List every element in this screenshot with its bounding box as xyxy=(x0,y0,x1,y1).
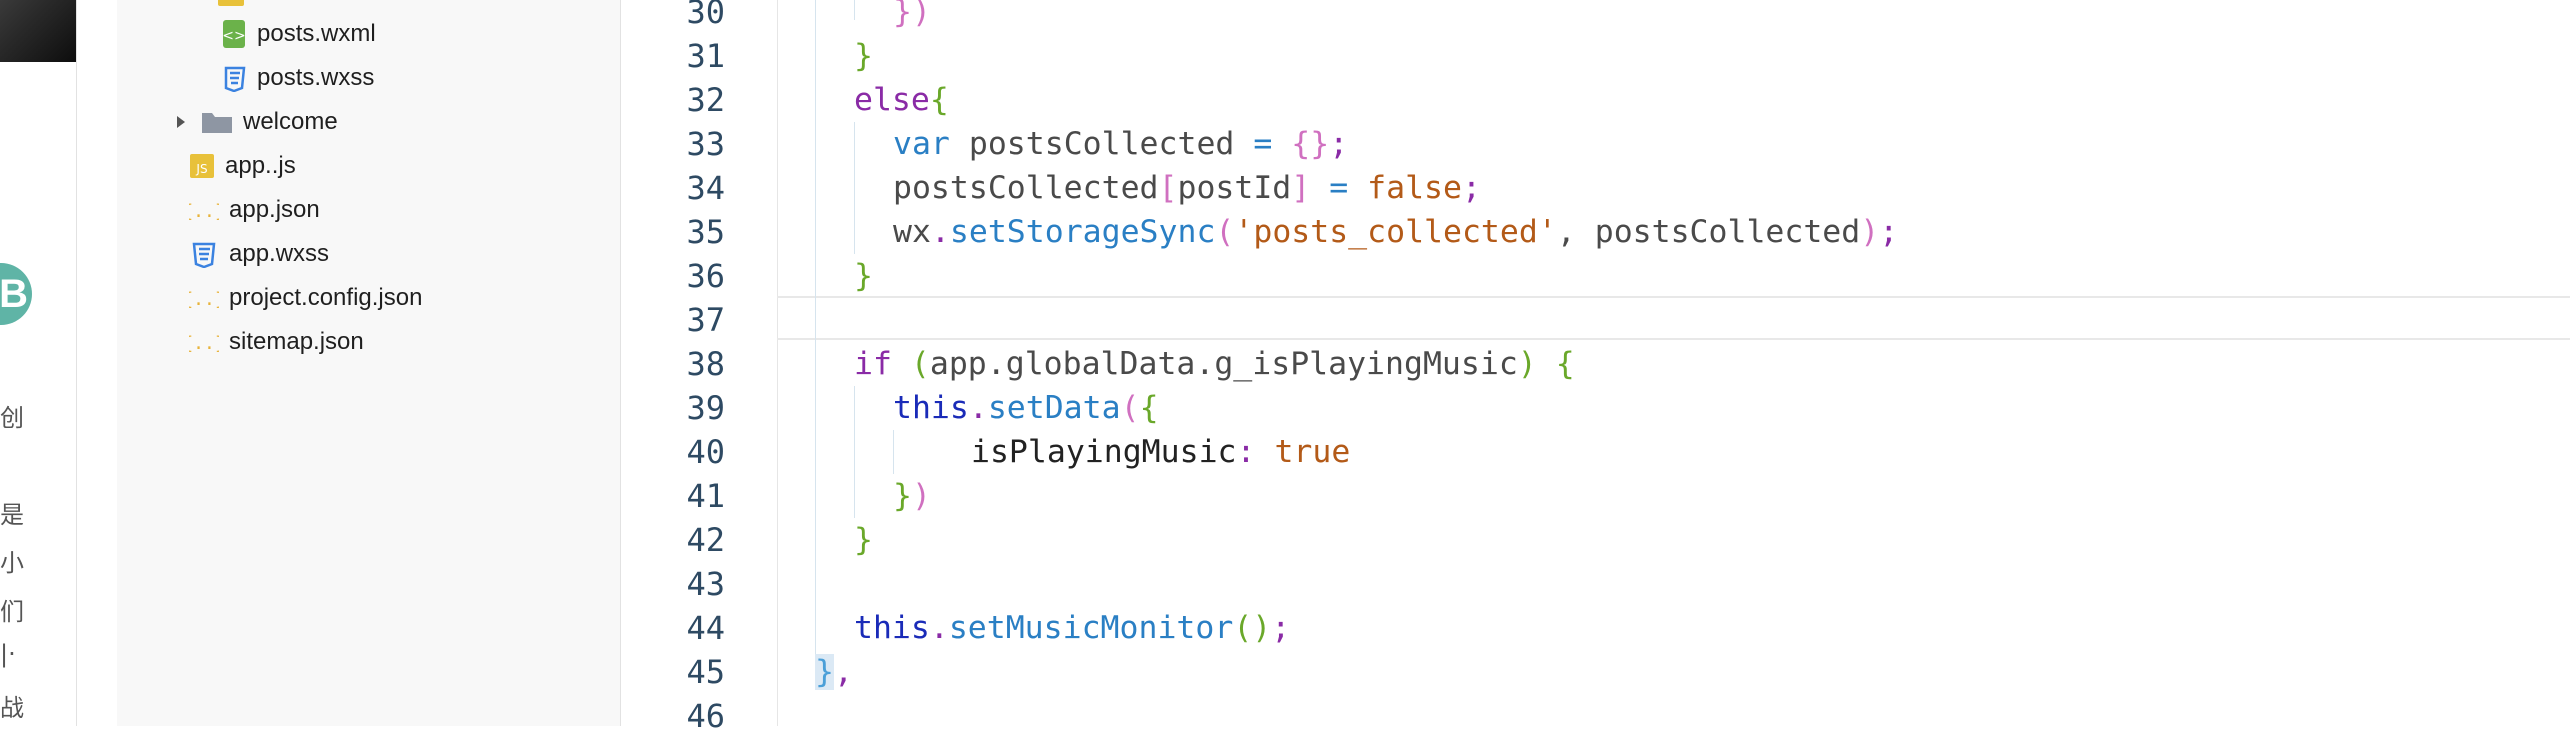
wxss-file-icon xyxy=(221,64,247,92)
tree-item-app-js[interactable]: JS app..js xyxy=(189,144,296,188)
line-number: 45 xyxy=(686,653,725,691)
line-number: 43 xyxy=(686,565,725,603)
svg-text:<>: <> xyxy=(222,28,245,44)
cjk-text-fragment: 小 xyxy=(0,549,24,577)
json-file-icon: {..} xyxy=(189,197,219,223)
code-line: } xyxy=(854,258,873,294)
tree-item-label: posts.wxss xyxy=(257,64,375,91)
code-line: this.setData({ xyxy=(893,390,1159,426)
code-line: var postsCollected = {}; xyxy=(893,126,1349,162)
code-line: isPlayingMusic: true xyxy=(971,434,1351,470)
line-number: 34 xyxy=(686,169,725,207)
code-line: if (app.globalData.g_isPlayingMusic) { xyxy=(854,346,1575,382)
tree-item-label: app.json xyxy=(229,196,320,223)
code-line: this.setMusicMonitor(); xyxy=(854,610,1291,646)
wxml-file-icon: <> xyxy=(221,19,247,49)
indent-guide xyxy=(854,0,855,20)
tree-item-app-wxss[interactable]: app.wxss xyxy=(189,232,329,276)
folder-icon xyxy=(217,0,245,7)
code-line: else{ xyxy=(854,82,949,118)
current-line-highlight xyxy=(777,296,2570,340)
code-line: } xyxy=(854,38,873,74)
line-number: 39 xyxy=(686,389,725,427)
tree-item-label: posts.wxml xyxy=(257,20,376,47)
tree-item-sitemap-json[interactable]: {..} sitemap.json xyxy=(189,320,364,364)
wxss-file-icon xyxy=(189,240,219,268)
indent-guide xyxy=(815,0,816,672)
line-number: 32 xyxy=(686,81,725,119)
js-file-icon: JS xyxy=(189,153,215,179)
tree-item-label: app.wxss xyxy=(229,240,330,267)
tree-item-label: welcome xyxy=(243,108,338,135)
code-line: }) xyxy=(893,0,931,30)
line-number: 35 xyxy=(686,213,725,251)
code-line: } xyxy=(854,522,873,558)
line-number: 40 xyxy=(686,433,725,471)
line-number: 41 xyxy=(686,477,725,515)
indent-guide xyxy=(854,122,855,254)
svg-text:{..}: {..} xyxy=(189,201,219,222)
folder-icon xyxy=(201,109,233,135)
code-line: }) xyxy=(893,478,931,514)
json-file-icon: {..} xyxy=(189,329,219,355)
tree-item-project-config-json[interactable]: {..} project.config.json xyxy=(189,276,422,320)
indent-guide xyxy=(854,386,855,518)
code-line: wx.setStorageSync('posts_collected', pos… xyxy=(893,214,1899,250)
line-number: 36 xyxy=(686,257,725,295)
line-number: 37 xyxy=(686,301,725,339)
indent-guide xyxy=(893,430,894,474)
line-number: 38 xyxy=(686,345,725,383)
avatar[interactable]: B xyxy=(0,263,32,325)
tree-item-label: sitemap.json xyxy=(229,328,364,355)
svg-text:{..}: {..} xyxy=(189,289,219,310)
cjk-text-fragment: 战 xyxy=(0,694,24,722)
svg-text:JS: JS xyxy=(195,162,207,176)
tree-item-app-json[interactable]: {..} app.json xyxy=(189,188,320,232)
json-file-icon: {..} xyxy=(189,285,219,311)
line-number: 46 xyxy=(686,697,725,735)
tree-item-label: project.config.json xyxy=(229,284,423,311)
cjk-text-fragment: 是 xyxy=(0,501,24,529)
line-number: 42 xyxy=(686,521,725,559)
cjk-text-fragment: 创 xyxy=(0,404,24,432)
line-number: 30 xyxy=(686,0,725,31)
line-number: 44 xyxy=(686,609,725,647)
line-number: 33 xyxy=(686,125,725,163)
code-line: postsCollected[postId] = false; xyxy=(893,170,1481,206)
tree-item-label: app..js xyxy=(225,152,296,179)
tree-item-posts-wxml[interactable]: <> posts.wxml xyxy=(221,12,376,56)
line-number-gutter: 30 31 32 33 34 35 36 37 38 39 40 41 42 4… xyxy=(621,0,778,735)
tree-item-welcome[interactable]: welcome xyxy=(173,100,338,144)
cjk-text-fragment: |· xyxy=(0,640,16,668)
caret-right-icon[interactable] xyxy=(173,114,189,130)
line-number: 31 xyxy=(686,37,725,75)
thumbnail-image xyxy=(0,0,76,62)
code-editor[interactable]: 30 31 32 33 34 35 36 37 38 39 40 41 42 4… xyxy=(621,0,2570,735)
svg-text:{..}: {..} xyxy=(189,333,219,354)
left-panel-strip: B 创 是 小 们 |· 战 xyxy=(0,0,77,726)
cjk-text-fragment: 们 xyxy=(0,598,24,626)
file-explorer: <> posts.wxml posts.wxss welcome JS app.… xyxy=(117,0,621,726)
code-line: }, xyxy=(815,654,853,690)
tree-item-posts-wxss[interactable]: posts.wxss xyxy=(221,56,374,100)
